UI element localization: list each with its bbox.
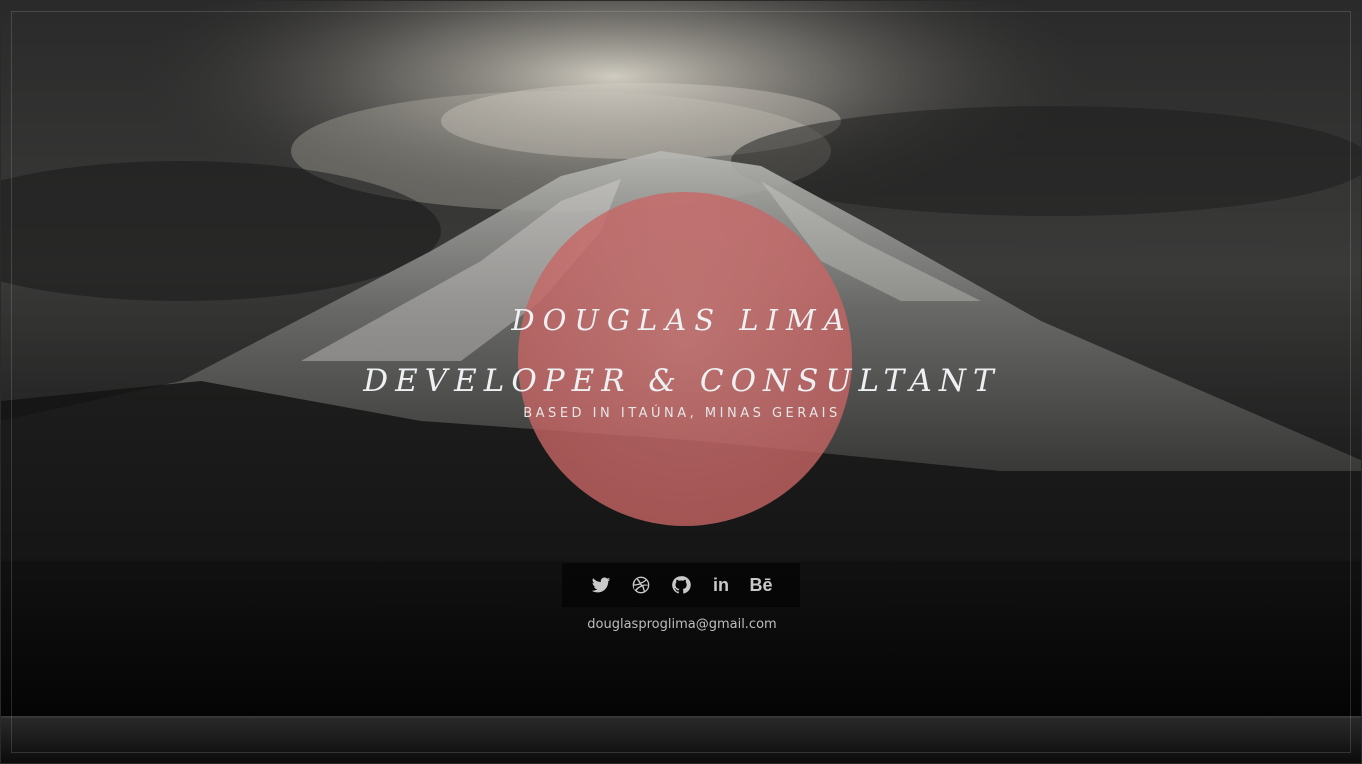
red-sun-circle: [518, 192, 852, 526]
linkedin-icon: in: [713, 574, 729, 595]
behance-link[interactable]: Bē: [749, 574, 773, 596]
linkedin-link[interactable]: in: [710, 574, 732, 596]
dribbble-link[interactable]: [630, 574, 652, 596]
dribbble-icon: [632, 576, 650, 594]
hero-role: DEVELOPER & CONSULTANT: [363, 363, 1001, 399]
email-link[interactable]: douglasproglima@gmail.com: [587, 617, 776, 632]
page-frame: DOUGLAS LIMA DEVELOPER & CONSULTANT BASE…: [0, 0, 1362, 764]
twitter-link[interactable]: [590, 574, 612, 596]
hero-location: BASED IN ITAÚNA, MINAS GERAIS: [523, 406, 841, 421]
github-link[interactable]: [670, 574, 692, 596]
twitter-icon: [591, 577, 611, 593]
contact-email: douglasproglima@gmail.com: [1, 617, 1361, 632]
behance-icon: Bē: [749, 574, 773, 595]
github-icon: [672, 576, 691, 594]
social-links-bar: in Bē: [562, 563, 800, 607]
hero-name: DOUGLAS LIMA: [511, 303, 853, 337]
